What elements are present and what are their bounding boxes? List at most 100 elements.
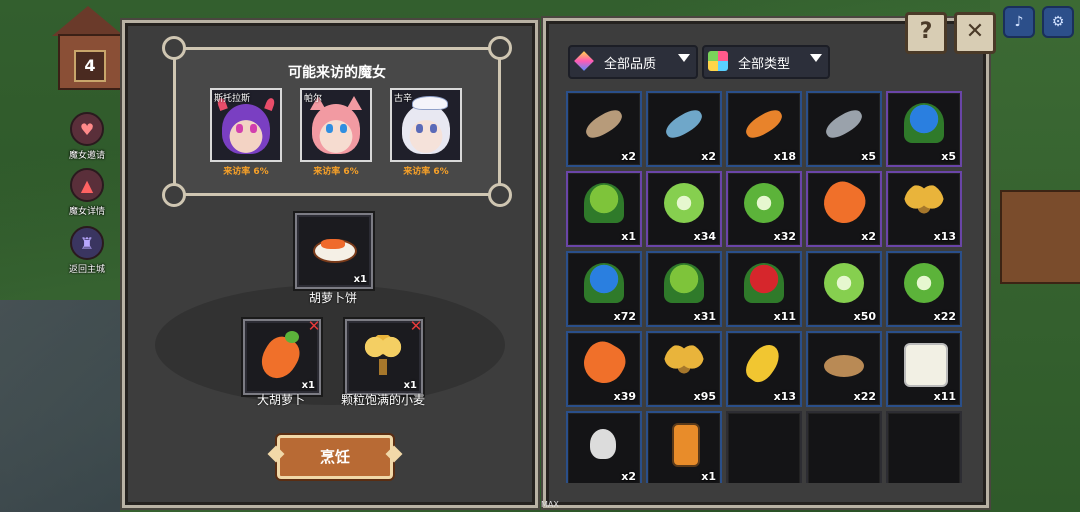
inventory-slot[interactable]: x22	[886, 251, 962, 327]
inventory-slot[interactable]: x1	[566, 171, 642, 247]
help-button[interactable]: ?	[905, 12, 947, 54]
inventory-slot[interactable]: x34	[646, 171, 722, 247]
witch-eye	[326, 124, 333, 133]
carrot-leaf	[285, 331, 299, 343]
house-level-badge[interactable]: 4	[52, 6, 124, 90]
item-count: x13	[773, 390, 796, 403]
house-level-number: 4	[74, 50, 106, 82]
castle-icon: ♜	[70, 226, 104, 260]
inventory-slot[interactable]: x13	[886, 171, 962, 247]
witch-portrait: 帕尔	[300, 88, 372, 162]
inventory-slot[interactable]: x18	[726, 91, 802, 167]
sound-icon[interactable]: ♪	[1003, 6, 1035, 38]
witch-invite-label: 魔女邀请	[68, 151, 105, 161]
witch-card-stolas[interactable]: 斯托拉斯 来访率 6%	[210, 88, 282, 177]
witch-hat-icon: ▲	[70, 168, 104, 202]
item-count: x2	[861, 230, 876, 243]
red-flower-icon	[744, 263, 784, 303]
item-count: x1	[353, 274, 367, 285]
item-count: x11	[933, 390, 956, 403]
witch-face	[402, 104, 450, 154]
quality-filter-label: 全部品质	[604, 57, 657, 72]
potato-icon	[824, 355, 864, 377]
witch-card-pal[interactable]: 帕尔 来访率 6%	[300, 88, 372, 177]
remove-ingredient-icon[interactable]: ✕	[409, 319, 423, 334]
item-count: x13	[933, 230, 956, 243]
witch-invite-button[interactable]: ♥ 魔女邀请	[62, 112, 112, 162]
inventory-slot-empty[interactable]	[726, 411, 802, 483]
inventory-slot-empty[interactable]	[886, 411, 962, 483]
witch-name: 帕尔	[304, 94, 323, 104]
visit-rate: 来访率 6%	[403, 167, 449, 177]
blue-fish-icon	[662, 106, 706, 142]
cabbage-icon	[664, 183, 704, 223]
cook-button[interactable]: 烹饪	[277, 435, 393, 479]
hat-icon	[412, 96, 448, 110]
inventory-slot[interactable]: x13	[726, 331, 802, 407]
witch-portrait: 斯托拉斯	[210, 88, 282, 162]
inventory-slot[interactable]: x31	[646, 251, 722, 327]
possible-visitors-frame: 可能来访的魔女 斯托拉斯 来访率 6% 帕尔 来访率 6% 古辛 来访率 6%	[162, 36, 512, 207]
chevron-down-icon	[810, 54, 822, 62]
witch-eye	[250, 124, 257, 133]
inventory-slot[interactable]: x22	[806, 331, 882, 407]
inventory-slot[interactable]: x32	[726, 171, 802, 247]
item-count: x95	[693, 390, 716, 403]
item-count: x1	[701, 470, 716, 483]
item-count: x1	[301, 380, 315, 391]
inventory-slot-empty[interactable]	[806, 411, 882, 483]
inventory-slot[interactable]: x11	[886, 331, 962, 407]
witch-name: 斯托拉斯	[214, 94, 251, 104]
witch-details-label: 魔女详情	[68, 207, 105, 217]
milk-jar-icon	[904, 343, 948, 387]
item-count: x22	[933, 310, 956, 323]
inventory-slot[interactable]: x11	[726, 251, 802, 327]
witch-eye	[416, 124, 423, 133]
witch-face	[312, 104, 360, 154]
path-tiles	[0, 300, 120, 512]
remove-ingredient-icon[interactable]: ✕	[307, 319, 321, 334]
close-button[interactable]: ✕	[954, 12, 996, 54]
inventory-slot[interactable]: x95	[646, 331, 722, 407]
type-filter-dropdown[interactable]: 全部类型	[702, 45, 830, 79]
item-count: x22	[853, 390, 876, 403]
gear-icon[interactable]: ⚙	[1042, 6, 1074, 38]
game-scene: 4 ♥ 魔女邀请 ▲ 魔女详情 ♜ 返回主城 可能来访的魔女 斯托拉斯 来访率 …	[0, 0, 1080, 512]
inventory-slot[interactable]: x39	[566, 331, 642, 407]
inventory-slot[interactable]: x5	[806, 91, 882, 167]
item-count: x2	[701, 150, 716, 163]
blue-flower-icon	[904, 103, 944, 143]
item-count: x2	[621, 470, 636, 483]
ingredient-name: 大胡萝卜	[256, 393, 305, 407]
inventory-slot[interactable]: x5	[886, 91, 962, 167]
inventory-slot[interactable]: x50	[806, 251, 882, 327]
inventory-slot[interactable]: x72	[566, 251, 642, 327]
diamond-icon	[574, 51, 594, 71]
lettuce-icon	[904, 263, 944, 303]
item-count: x72	[613, 310, 636, 323]
chevron-down-icon	[678, 54, 690, 62]
frame-ornament	[488, 183, 512, 207]
wheat-stem	[379, 359, 387, 375]
item-count: x31	[693, 310, 716, 323]
witch-details-button[interactable]: ▲ 魔女详情	[62, 168, 112, 218]
inventory-slot[interactable]: x2	[806, 171, 882, 247]
max-label: MAX	[541, 500, 559, 509]
inventory-slot[interactable]: x2	[566, 411, 642, 483]
inventory-slot[interactable]: x2	[566, 91, 642, 167]
cabbage-icon	[824, 263, 864, 303]
horn-icon	[264, 96, 276, 112]
item-count: x39	[613, 390, 636, 403]
inventory-slot[interactable]: x2	[646, 91, 722, 167]
inventory-slot[interactable]: x1	[646, 411, 722, 483]
catfish-icon	[582, 106, 626, 142]
return-city-button[interactable]: ♜ 返回主城	[62, 226, 112, 276]
item-count: x1	[403, 380, 417, 391]
item-count: x11	[773, 310, 796, 323]
ingredient-name: 颗粒饱满的小麦	[340, 393, 425, 407]
quality-filter-dropdown[interactable]: 全部品质	[568, 45, 698, 79]
recipe-result-slot[interactable]: x1	[295, 213, 373, 289]
recipe-result-name: 胡萝卜饼	[308, 291, 357, 305]
potion-flask-icon	[590, 429, 616, 459]
witch-card-gusion[interactable]: 古辛 来访率 6%	[390, 88, 462, 177]
